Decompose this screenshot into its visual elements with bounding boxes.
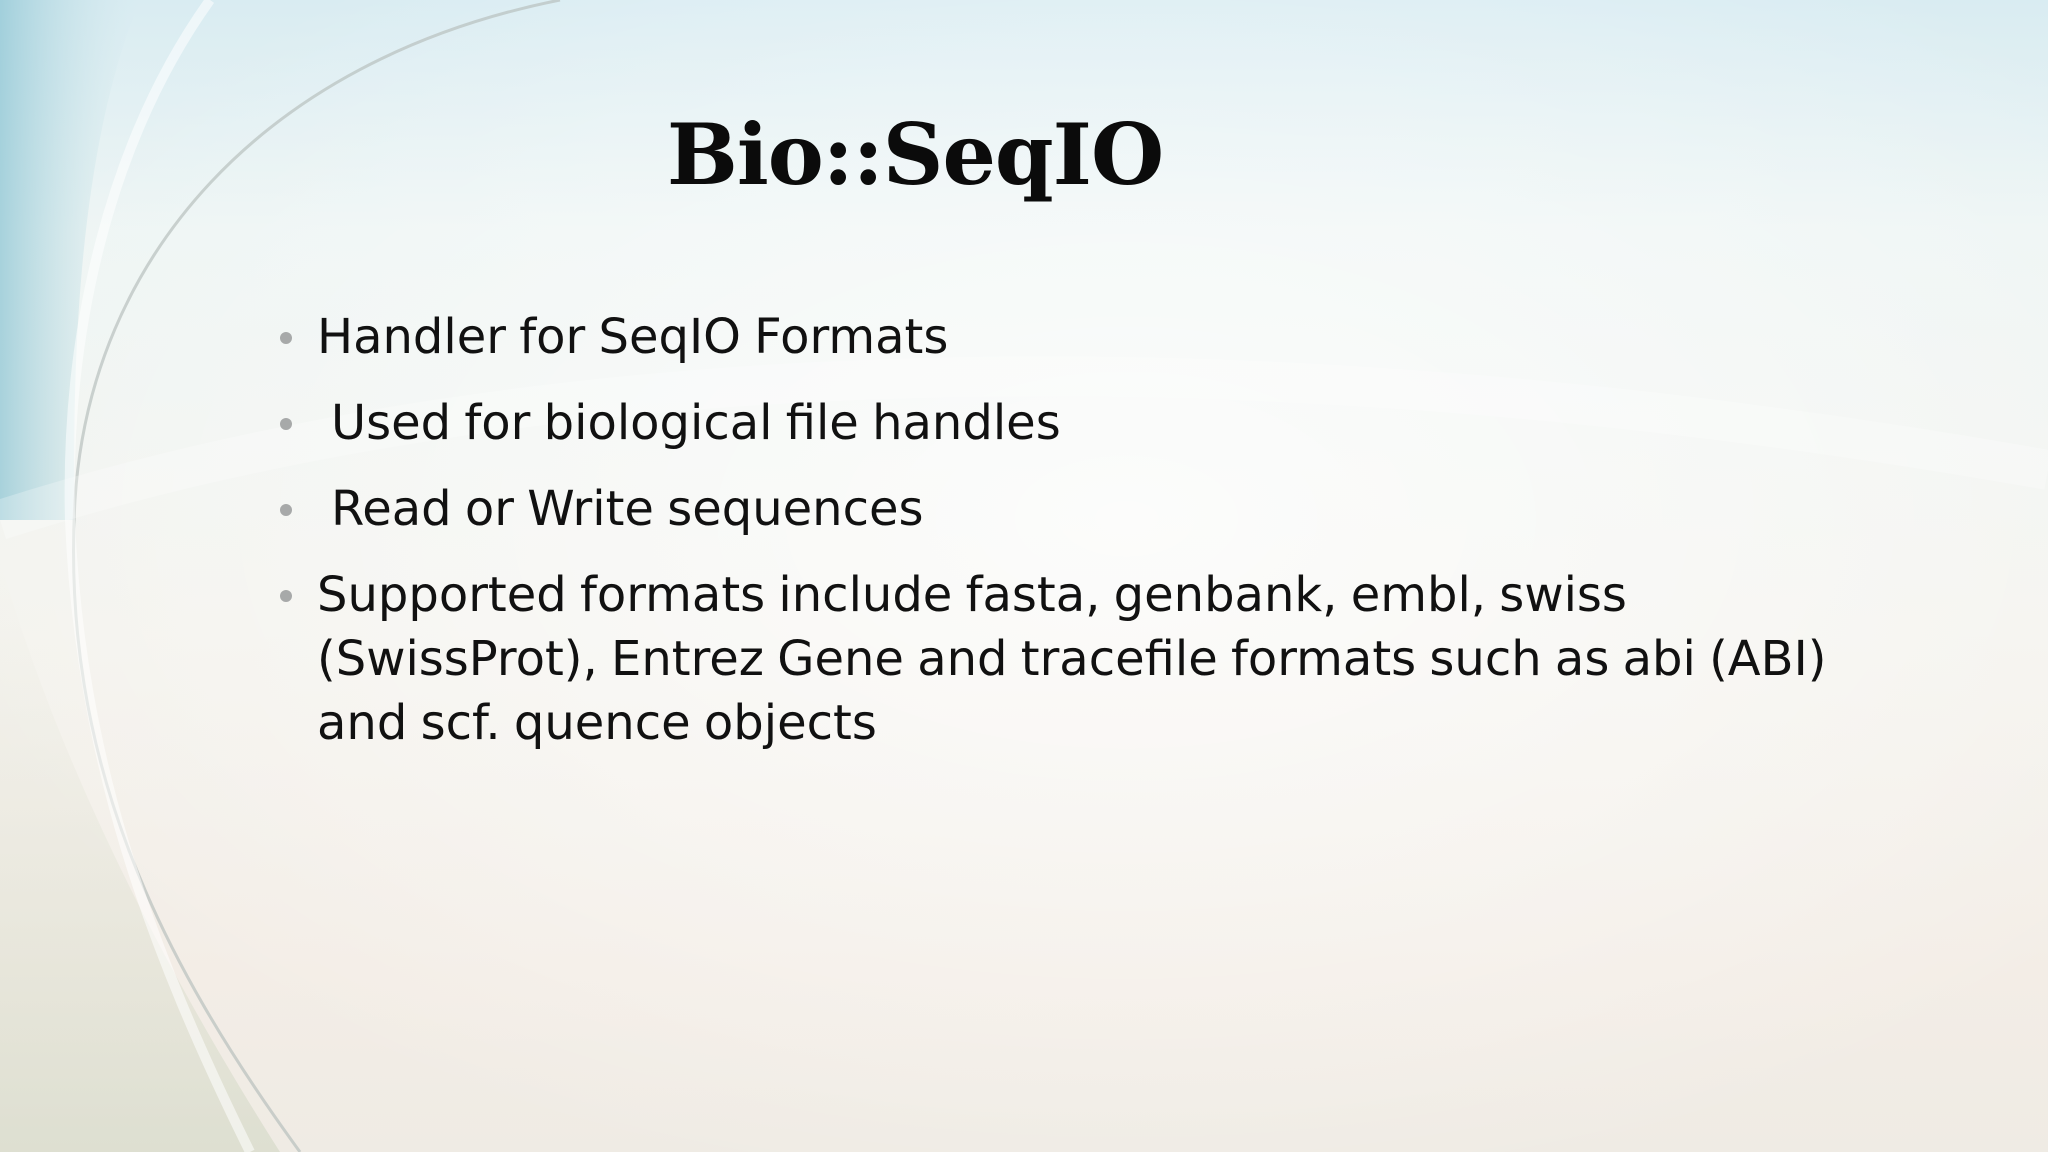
bullet-text: Used for biological file handles xyxy=(331,395,1061,451)
bullet-text: Supported formats include fasta, genbank… xyxy=(317,567,1827,751)
bullet-dot-icon xyxy=(280,332,292,344)
bullet-text: Read or Write sequences xyxy=(331,481,924,537)
bullet-list: Handler for SeqIO Formats Used for biolo… xyxy=(280,305,1880,777)
slide-title: Bio::SeqIO xyxy=(666,105,1164,204)
bullet-dot-icon xyxy=(280,590,292,602)
bullet-item: Supported formats include fasta, genbank… xyxy=(280,563,1880,755)
bullet-dot-icon xyxy=(280,504,292,516)
bullet-item: Used for biological file handles xyxy=(280,391,1880,455)
bullet-item: Handler for SeqIO Formats xyxy=(280,305,1880,369)
slide: Bio::SeqIO Handler for SeqIO Formats Use… xyxy=(0,0,2048,1152)
bullet-text: Handler for SeqIO Formats xyxy=(317,309,949,365)
bullet-dot-icon xyxy=(280,418,292,430)
bullet-item: Read or Write sequences xyxy=(280,477,1880,541)
